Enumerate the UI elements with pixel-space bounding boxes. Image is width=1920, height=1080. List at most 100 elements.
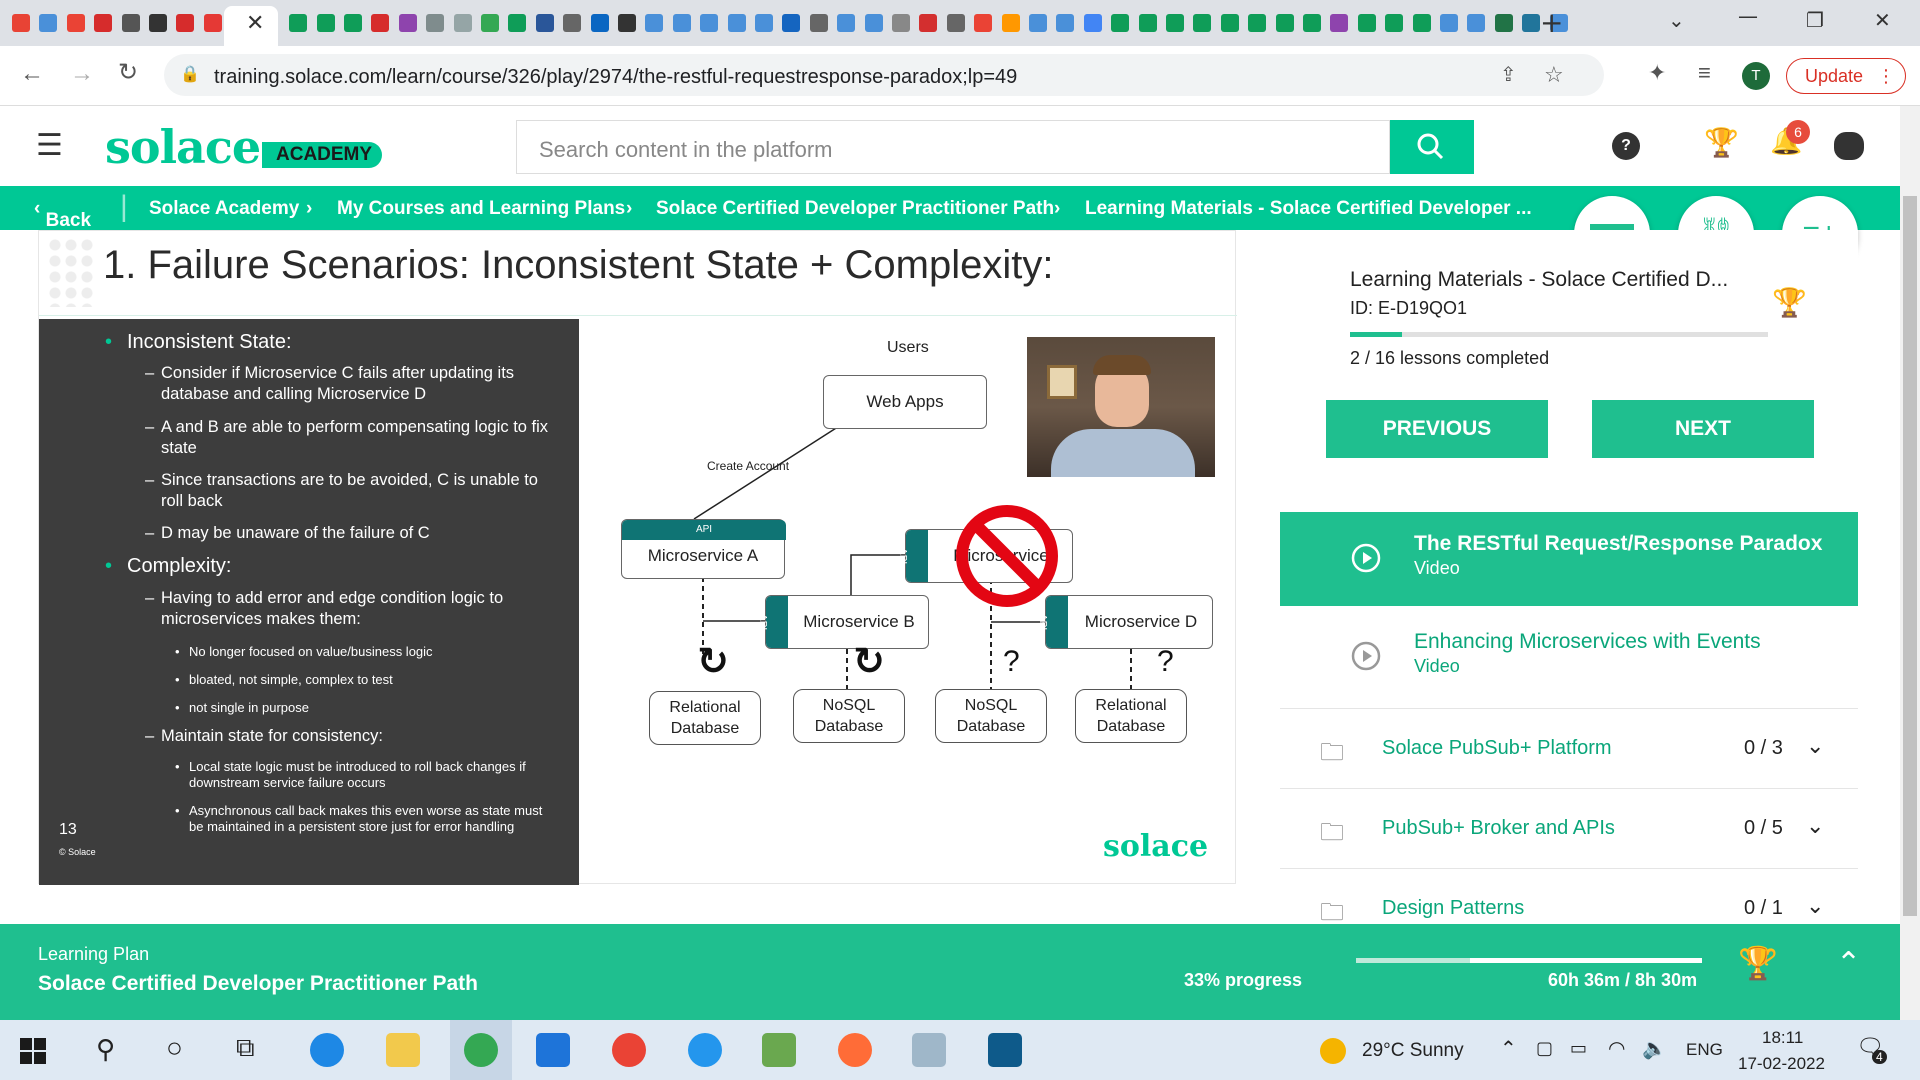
tab-favicon[interactable] — [1275, 14, 1294, 32]
profile-avatar[interactable]: T — [1742, 62, 1770, 90]
tab-favicon[interactable] — [974, 14, 993, 32]
tab-favicon[interactable] — [837, 14, 856, 32]
wifi-icon[interactable]: ◠ — [1608, 1036, 1625, 1061]
tab-favicon[interactable] — [919, 14, 938, 32]
tab-favicon[interactable] — [481, 14, 499, 32]
file-explorer-icon[interactable] — [386, 1033, 420, 1067]
chrome-taskbar-active[interactable] — [450, 1020, 512, 1080]
breadcrumb-item-courses[interactable]: My Courses and Learning Plans — [337, 198, 625, 220]
user-avatar[interactable] — [1834, 132, 1864, 160]
tab-favicon[interactable] — [782, 14, 801, 32]
cortana-icon[interactable]: ○ — [166, 1032, 183, 1064]
windows-start-icon[interactable] — [20, 1038, 46, 1064]
scrollbar-thumb[interactable] — [1903, 196, 1917, 916]
tab-favicon[interactable] — [1522, 14, 1541, 32]
lesson-item-active[interactable]: The RESTful Request/Response Paradox Vid… — [1280, 512, 1858, 606]
tab-search-icon[interactable]: ⌄ — [1668, 8, 1685, 32]
module-item[interactable]: 🗀 Solace PubSub+ Platform 0 / 3 ⌄ — [1280, 708, 1858, 788]
task-view-icon[interactable]: ⧉ — [236, 1032, 255, 1064]
app-icon[interactable] — [912, 1033, 946, 1067]
window-close-icon[interactable]: ✕ — [1874, 8, 1891, 32]
postman-icon[interactable] — [838, 1033, 872, 1067]
tab-favicon[interactable] — [316, 14, 335, 32]
tab-favicon[interactable] — [398, 14, 417, 32]
tab-favicon[interactable] — [892, 14, 910, 32]
tab-favicon[interactable] — [1248, 14, 1267, 32]
tab-favicon[interactable] — [590, 14, 609, 32]
edge-icon[interactable] — [310, 1033, 344, 1067]
tab-favicon[interactable] — [149, 14, 167, 32]
tab-favicon[interactable] — [1357, 14, 1376, 32]
close-tab-icon[interactable]: ✕ — [246, 10, 264, 36]
tab-favicon[interactable] — [1166, 14, 1184, 32]
weather-sun-icon[interactable] — [1320, 1038, 1346, 1064]
breadcrumb-item-materials[interactable]: Learning Materials - Solace Certified De… — [1085, 198, 1532, 220]
weather-text[interactable]: 29°C Sunny — [1362, 1040, 1464, 1062]
help-icon[interactable]: ? — [1612, 132, 1640, 160]
media-icon[interactable]: ≡ — [1698, 60, 1711, 86]
presenter-video[interactable] — [1027, 337, 1215, 477]
notepad-plus-icon[interactable] — [762, 1033, 796, 1067]
back-link[interactable]: ‹ Back — [34, 198, 91, 231]
tab-favicon[interactable] — [371, 14, 390, 32]
chevron-down-icon[interactable]: ⌄ — [1806, 813, 1824, 839]
tab-favicon[interactable] — [946, 14, 965, 32]
tab-favicon[interactable] — [1220, 14, 1239, 32]
tab-favicon[interactable] — [121, 14, 140, 32]
tab-favicon[interactable] — [1467, 14, 1486, 32]
tab-favicon[interactable] — [672, 14, 691, 32]
breadcrumb-item-path[interactable]: Solace Certified Developer Practitioner … — [656, 198, 1054, 220]
tab-favicon[interactable] — [508, 14, 527, 32]
tab-favicon[interactable] — [39, 14, 58, 32]
chevron-down-icon[interactable]: ⌄ — [1806, 893, 1824, 919]
tab-favicon[interactable] — [66, 14, 85, 32]
search-button[interactable] — [1390, 120, 1474, 174]
next-button[interactable]: NEXT — [1592, 400, 1814, 458]
lesson-item[interactable]: Enhancing Microservices with Events Vide… — [1280, 610, 1858, 704]
update-button[interactable]: Update ⋮ — [1786, 58, 1906, 94]
volume-icon[interactable]: 🔈 — [1642, 1036, 1667, 1061]
tab-favicon[interactable] — [1193, 14, 1212, 32]
bookmark-star-icon[interactable]: ☆ — [1544, 62, 1564, 88]
tab-favicon[interactable] — [700, 14, 719, 32]
tab-favicon[interactable] — [344, 14, 362, 32]
solace-logo[interactable]: solace — [105, 120, 261, 174]
tab-favicon[interactable] — [1412, 14, 1431, 32]
tab-favicon[interactable] — [1330, 14, 1349, 32]
share-icon[interactable]: ⇪ — [1500, 62, 1517, 87]
minimize-icon[interactable]: — — [1738, 4, 1758, 28]
tab-favicon[interactable] — [12, 14, 30, 32]
tab-favicon[interactable] — [1385, 14, 1404, 32]
tab-favicon[interactable] — [1440, 14, 1458, 32]
tab-favicon[interactable] — [809, 14, 828, 32]
page-scrollbar[interactable] — [1900, 106, 1920, 1020]
tab-favicon[interactable] — [453, 14, 472, 32]
tab-favicon[interactable] — [176, 14, 195, 32]
tab-favicon[interactable] — [94, 14, 113, 32]
tab-favicon[interactable] — [1001, 14, 1020, 32]
tab-favicon[interactable] — [727, 14, 746, 32]
chrome-profile-icon[interactable] — [612, 1033, 646, 1067]
docker-icon[interactable] — [688, 1033, 722, 1067]
previous-button[interactable]: PREVIOUS — [1326, 400, 1548, 458]
breadcrumb-item-academy[interactable]: Solace Academy — [149, 198, 299, 220]
taskbar-search-icon[interactable]: ⚲ — [96, 1034, 115, 1065]
clock-time[interactable]: 18:11 — [1762, 1028, 1803, 1048]
back-arrow-icon[interactable]: ← — [20, 60, 44, 88]
tab-favicon[interactable] — [1494, 14, 1513, 32]
forward-arrow-icon[interactable]: → — [70, 60, 94, 88]
tab-favicon[interactable] — [864, 14, 883, 32]
tab-favicon[interactable] — [755, 14, 773, 32]
battery-icon[interactable]: ▭ — [1570, 1038, 1587, 1059]
clock-date[interactable]: 17-02-2022 — [1738, 1054, 1825, 1074]
module-item[interactable]: 🗀 PubSub+ Broker and APIs 0 / 5 ⌄ — [1280, 788, 1858, 868]
search-input[interactable]: Search content in the platform — [516, 120, 1390, 174]
mail-icon[interactable] — [536, 1033, 570, 1067]
tab-favicon[interactable] — [535, 14, 554, 32]
tab-favicon[interactable] — [1056, 14, 1075, 32]
hamburger-menu-icon[interactable]: ☰ — [36, 128, 63, 163]
tab-favicon[interactable] — [1111, 14, 1130, 32]
language-indicator[interactable]: ENG — [1686, 1040, 1723, 1060]
reload-icon[interactable]: ↻ — [118, 58, 138, 87]
extensions-icon[interactable]: ✦ — [1648, 60, 1666, 86]
